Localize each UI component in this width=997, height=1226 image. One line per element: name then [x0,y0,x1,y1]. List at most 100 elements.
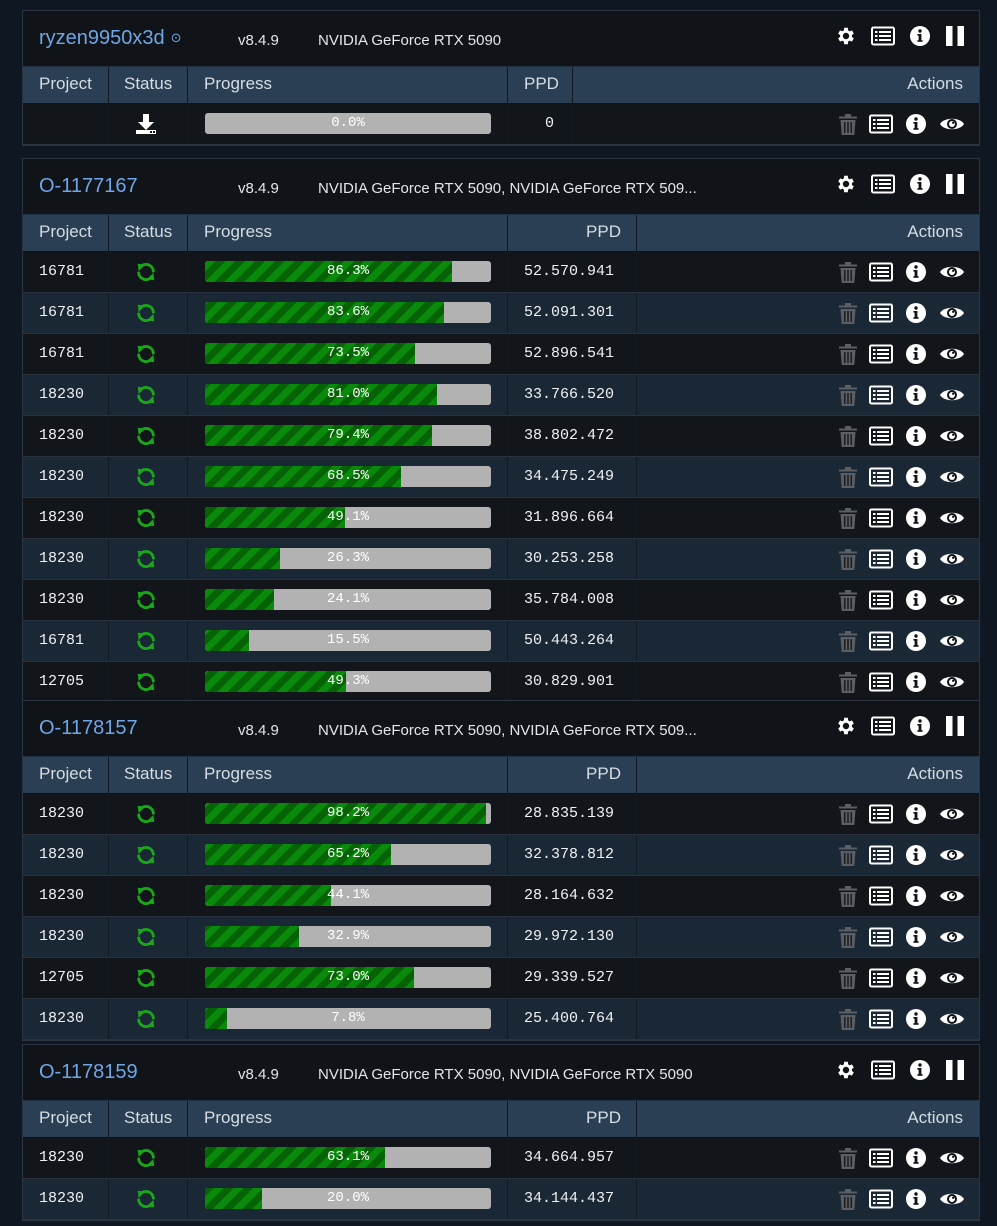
trash-icon[interactable] [839,885,857,907]
info-icon[interactable] [909,25,931,47]
trash-icon[interactable] [839,548,857,570]
pause-icon[interactable] [945,173,965,195]
eye-icon[interactable] [939,263,965,281]
trash-icon[interactable] [839,630,857,652]
eye-icon[interactable] [939,1149,965,1167]
list-icon[interactable] [869,467,893,487]
list-icon[interactable] [869,968,893,988]
eye-icon[interactable] [939,427,965,445]
eye-icon[interactable] [939,1010,965,1028]
eye-icon[interactable] [939,468,965,486]
eye-icon[interactable] [939,846,965,864]
list-icon[interactable] [869,845,893,865]
list-icon[interactable] [869,508,893,528]
info-icon[interactable] [905,589,927,611]
list-icon[interactable] [869,114,893,134]
trash-icon[interactable] [839,343,857,365]
info-icon[interactable] [905,507,927,529]
pause-icon[interactable] [945,715,965,737]
info-icon[interactable] [905,926,927,948]
gear-icon[interactable] [835,715,857,737]
eye-icon[interactable] [939,550,965,568]
list-icon[interactable] [869,631,893,651]
eye-icon[interactable] [939,509,965,527]
info-icon[interactable] [905,630,927,652]
info-icon[interactable] [905,671,927,693]
info-icon[interactable] [905,466,927,488]
trash-icon[interactable] [839,466,857,488]
list-icon[interactable] [869,385,893,405]
trash-icon[interactable] [839,671,857,693]
trash-icon[interactable] [839,926,857,948]
eye-icon[interactable] [939,591,965,609]
info-icon[interactable] [905,885,927,907]
list-icon[interactable] [869,590,893,610]
eye-icon[interactable] [939,805,965,823]
eye-icon[interactable] [939,345,965,363]
list-icon[interactable] [871,716,895,736]
trash-icon[interactable] [839,507,857,529]
list-icon[interactable] [869,804,893,824]
info-icon[interactable] [905,1147,927,1169]
info-icon[interactable] [905,384,927,406]
trash-icon[interactable] [839,425,857,447]
eye-icon[interactable] [939,928,965,946]
list-icon[interactable] [871,1060,895,1080]
trash-icon[interactable] [839,1147,857,1169]
list-icon[interactable] [869,262,893,282]
list-icon[interactable] [869,1009,893,1029]
list-icon[interactable] [869,344,893,364]
trash-icon[interactable] [839,844,857,866]
info-icon[interactable] [909,715,931,737]
list-icon[interactable] [869,1189,893,1209]
info-icon[interactable] [905,425,927,447]
pause-icon[interactable] [945,1059,965,1081]
list-icon[interactable] [871,26,895,46]
gear-icon[interactable] [835,173,857,195]
trash-icon[interactable] [839,589,857,611]
eye-icon[interactable] [939,969,965,987]
eye-icon[interactable] [939,673,965,691]
list-icon[interactable] [869,303,893,323]
pause-icon[interactable] [945,25,965,47]
info-icon[interactable] [905,548,927,570]
list-icon[interactable] [871,174,895,194]
info-icon[interactable] [905,343,927,365]
trash-icon[interactable] [839,1008,857,1030]
trash-icon[interactable] [839,302,857,324]
trash-icon[interactable] [839,1188,857,1210]
trash-icon[interactable] [839,384,857,406]
machine-name[interactable]: ryzen9950x3d ⊙ [39,27,182,50]
eye-icon[interactable] [939,887,965,905]
trash-icon[interactable] [839,261,857,283]
eye-icon[interactable] [939,1190,965,1208]
eye-icon[interactable] [939,386,965,404]
eye-icon[interactable] [939,632,965,650]
eye-icon[interactable] [939,115,965,133]
trash-icon[interactable] [839,113,857,135]
machine-name[interactable]: O-1178157 [39,717,138,740]
info-icon[interactable] [909,173,931,195]
eye-icon[interactable] [939,304,965,322]
list-icon[interactable] [869,549,893,569]
info-icon[interactable] [905,1188,927,1210]
info-icon[interactable] [905,302,927,324]
gear-icon[interactable] [835,25,857,47]
info-icon[interactable] [905,967,927,989]
info-icon[interactable] [905,261,927,283]
info-icon[interactable] [905,1008,927,1030]
trash-icon[interactable] [839,967,857,989]
list-icon[interactable] [869,1148,893,1168]
gear-icon[interactable] [835,1059,857,1081]
list-icon[interactable] [869,426,893,446]
info-icon[interactable] [905,113,927,135]
info-icon[interactable] [909,1059,931,1081]
list-icon[interactable] [869,886,893,906]
list-icon[interactable] [869,672,893,692]
list-icon[interactable] [869,927,893,947]
info-icon[interactable] [905,844,927,866]
trash-icon[interactable] [839,803,857,825]
info-icon[interactable] [905,803,927,825]
machine-name[interactable]: O-1177167 [39,175,138,198]
machine-name[interactable]: O-1178159 [39,1061,138,1084]
